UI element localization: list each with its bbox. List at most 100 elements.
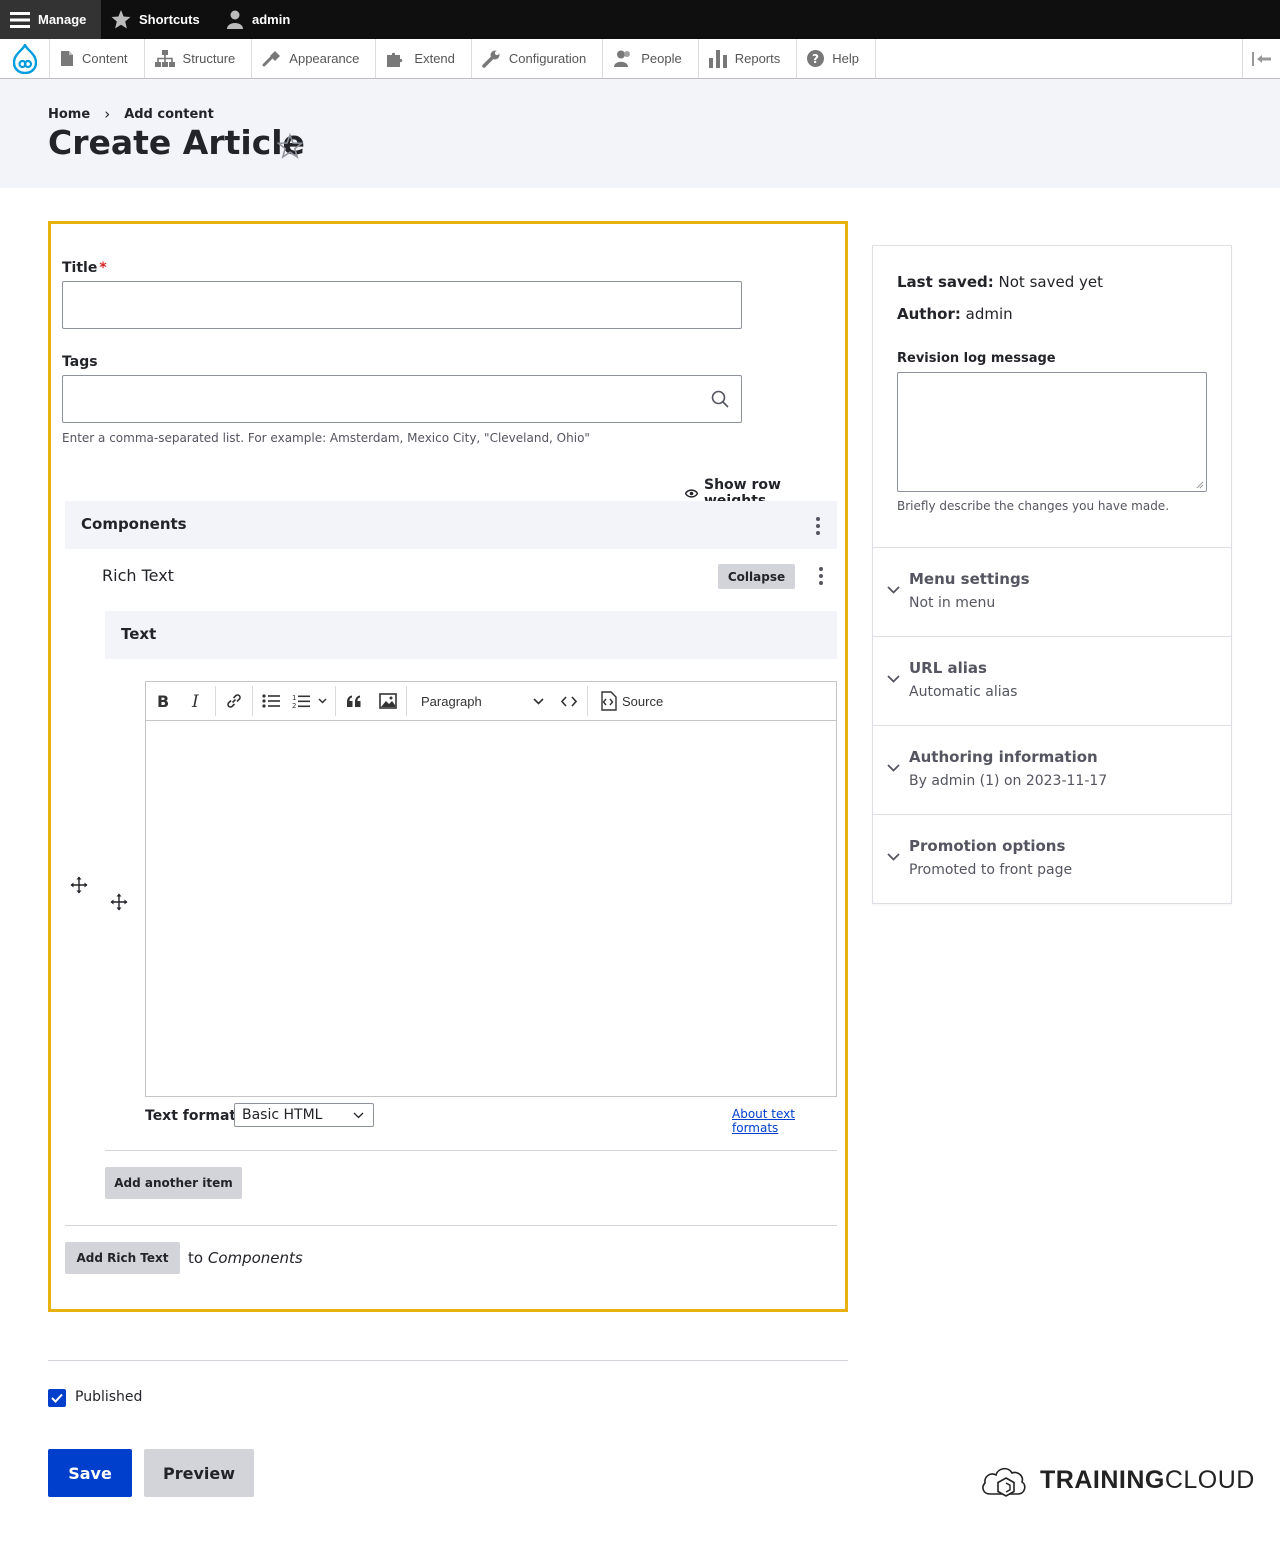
shortcut-star-icon[interactable]	[277, 133, 303, 159]
svg-text:2: 2	[292, 702, 296, 709]
section-title: URL alias	[909, 659, 987, 677]
paragraph-format-dropdown[interactable]: Paragraph	[408, 682, 552, 721]
breadcrumb: Home › Add content	[48, 105, 214, 123]
paintbrush-icon	[262, 50, 281, 67]
tray-item-extend[interactable]: Extend	[376, 39, 472, 78]
page-header: Home › Add content Create Article	[0, 79, 1280, 188]
code-icon[interactable]	[552, 682, 586, 721]
hamburger-icon	[10, 11, 30, 29]
help-icon: ?	[807, 50, 825, 67]
last-saved: Last saved: Not saved yet	[897, 273, 1103, 291]
tray-item-structure[interactable]: Structure	[145, 39, 253, 78]
revision-log-description: Briefly describe the changes you have ma…	[897, 499, 1170, 513]
image-icon[interactable]	[371, 682, 405, 721]
manage-tab[interactable]: Manage	[0, 0, 101, 39]
shortcuts-label: Shortcuts	[139, 12, 200, 27]
published-checkbox[interactable]	[48, 1389, 66, 1407]
add-rich-text-button[interactable]: Add Rich Text	[65, 1242, 180, 1274]
about-text-formats-link[interactable]: About text formats	[732, 1107, 845, 1135]
menu-settings-section[interactable]: Menu settings Not in menu	[873, 548, 1231, 637]
text-format-label: Text format	[145, 1108, 237, 1124]
divider	[48, 1360, 848, 1361]
tags-label: Tags	[62, 354, 98, 370]
blockquote-icon[interactable]	[337, 682, 371, 721]
section-summary: Not in menu	[909, 595, 996, 611]
tray-item-content[interactable]: Content	[50, 39, 145, 78]
eye-icon	[685, 488, 698, 498]
svg-text:1: 1	[292, 694, 296, 702]
breadcrumb-add-content[interactable]: Add content	[124, 107, 214, 122]
tags-input[interactable]	[62, 375, 742, 423]
url-alias-section[interactable]: URL alias Automatic alias	[873, 637, 1231, 726]
admin-toolbar: Manage Shortcuts admin	[0, 0, 1280, 39]
drupal-logo-icon[interactable]	[0, 39, 50, 78]
editor-content-area[interactable]	[146, 722, 836, 1096]
section-title: Menu settings	[909, 570, 1030, 588]
page-title: Create Article	[48, 123, 305, 162]
node-form-main: Title * Tags Enter a comma-separated list…	[48, 221, 848, 1312]
paragraph-format-label: Paragraph	[421, 693, 482, 709]
numbered-list-icon[interactable]: 12	[288, 682, 334, 721]
bar-chart-icon	[708, 49, 727, 68]
tray-item-label: People	[641, 51, 682, 66]
tray-item-appearance[interactable]: Appearance	[252, 39, 377, 78]
link-icon[interactable]	[217, 682, 251, 721]
tray-item-configuration[interactable]: Configuration	[472, 39, 604, 78]
tray-item-reports[interactable]: Reports	[699, 39, 798, 78]
bulleted-list-icon[interactable]	[254, 682, 288, 721]
required-marker: *	[99, 260, 107, 276]
add-another-item-button[interactable]: Add another item	[105, 1167, 242, 1199]
drag-handle-icon[interactable]	[70, 876, 88, 894]
text-format-value: Basic HTML	[242, 1107, 323, 1123]
italic-icon[interactable]: I	[180, 682, 214, 721]
text-title: Text	[121, 625, 157, 643]
shortcuts-tab[interactable]: Shortcuts	[101, 0, 216, 39]
title-input[interactable]	[62, 281, 742, 329]
components-kebab-icon[interactable]	[816, 517, 820, 535]
published-label[interactable]: Published	[75, 1389, 142, 1405]
authoring-information-section[interactable]: Authoring information By admin (1) on 20…	[873, 726, 1231, 815]
manage-label: Manage	[38, 12, 87, 27]
preview-button[interactable]: Preview	[144, 1449, 254, 1497]
revision-log-label: Revision log message	[897, 351, 1056, 366]
tray-item-label: Configuration	[508, 51, 587, 66]
revision-log-textarea[interactable]	[897, 372, 1207, 492]
breadcrumb-home[interactable]: Home	[48, 107, 90, 122]
rich-text-label: Rich Text	[102, 566, 174, 585]
tags-description: Enter a comma-separated list. For exampl…	[62, 431, 590, 445]
collapse-button[interactable]: Collapse	[718, 564, 795, 589]
bold-icon[interactable]: B	[146, 682, 180, 721]
divider	[65, 1225, 837, 1226]
document-icon	[60, 50, 74, 67]
to-target: Components	[207, 1249, 303, 1267]
source-button[interactable]: Source	[589, 682, 669, 721]
breadcrumb-separator: ›	[104, 105, 111, 123]
components-header: Components	[65, 501, 837, 549]
rich-text-editor: B I 12 Paragraph Source	[145, 681, 837, 1097]
section-summary: By admin (1) on 2023-11-17	[909, 773, 1108, 789]
drag-handle-icon[interactable]	[110, 893, 128, 911]
add-to-target-text: to Components	[188, 1249, 303, 1267]
star-icon	[111, 10, 131, 29]
section-title: Authoring information	[909, 748, 1098, 766]
promotion-options-section[interactable]: Promotion options Promoted to front page	[873, 815, 1231, 904]
svg-text:B: B	[157, 694, 169, 708]
tray-item-label: Structure	[182, 51, 236, 66]
text-format-select[interactable]: Basic HTML	[234, 1103, 374, 1127]
tray-item-help[interactable]: ? Help	[797, 39, 876, 78]
user-label: admin	[252, 12, 291, 27]
user-tab[interactable]: admin	[216, 0, 302, 39]
save-button[interactable]: Save	[48, 1449, 132, 1497]
tray-item-people[interactable]: People	[603, 39, 699, 78]
chevron-down-icon	[353, 1112, 364, 1119]
chevron-down-icon	[533, 697, 544, 705]
orientation-toggle-icon[interactable]	[1242, 39, 1280, 78]
admin-tray: Content Structure Appearance Extend Conf…	[0, 39, 1280, 79]
section-summary: Automatic alias	[909, 684, 1018, 700]
resize-handle-icon[interactable]	[1196, 481, 1204, 489]
user-icon	[226, 10, 244, 29]
rich-text-kebab-icon[interactable]	[819, 567, 823, 585]
svg-text:?: ?	[812, 52, 819, 66]
chevron-down-icon	[887, 764, 900, 772]
tray-item-label: Extend	[414, 51, 455, 66]
